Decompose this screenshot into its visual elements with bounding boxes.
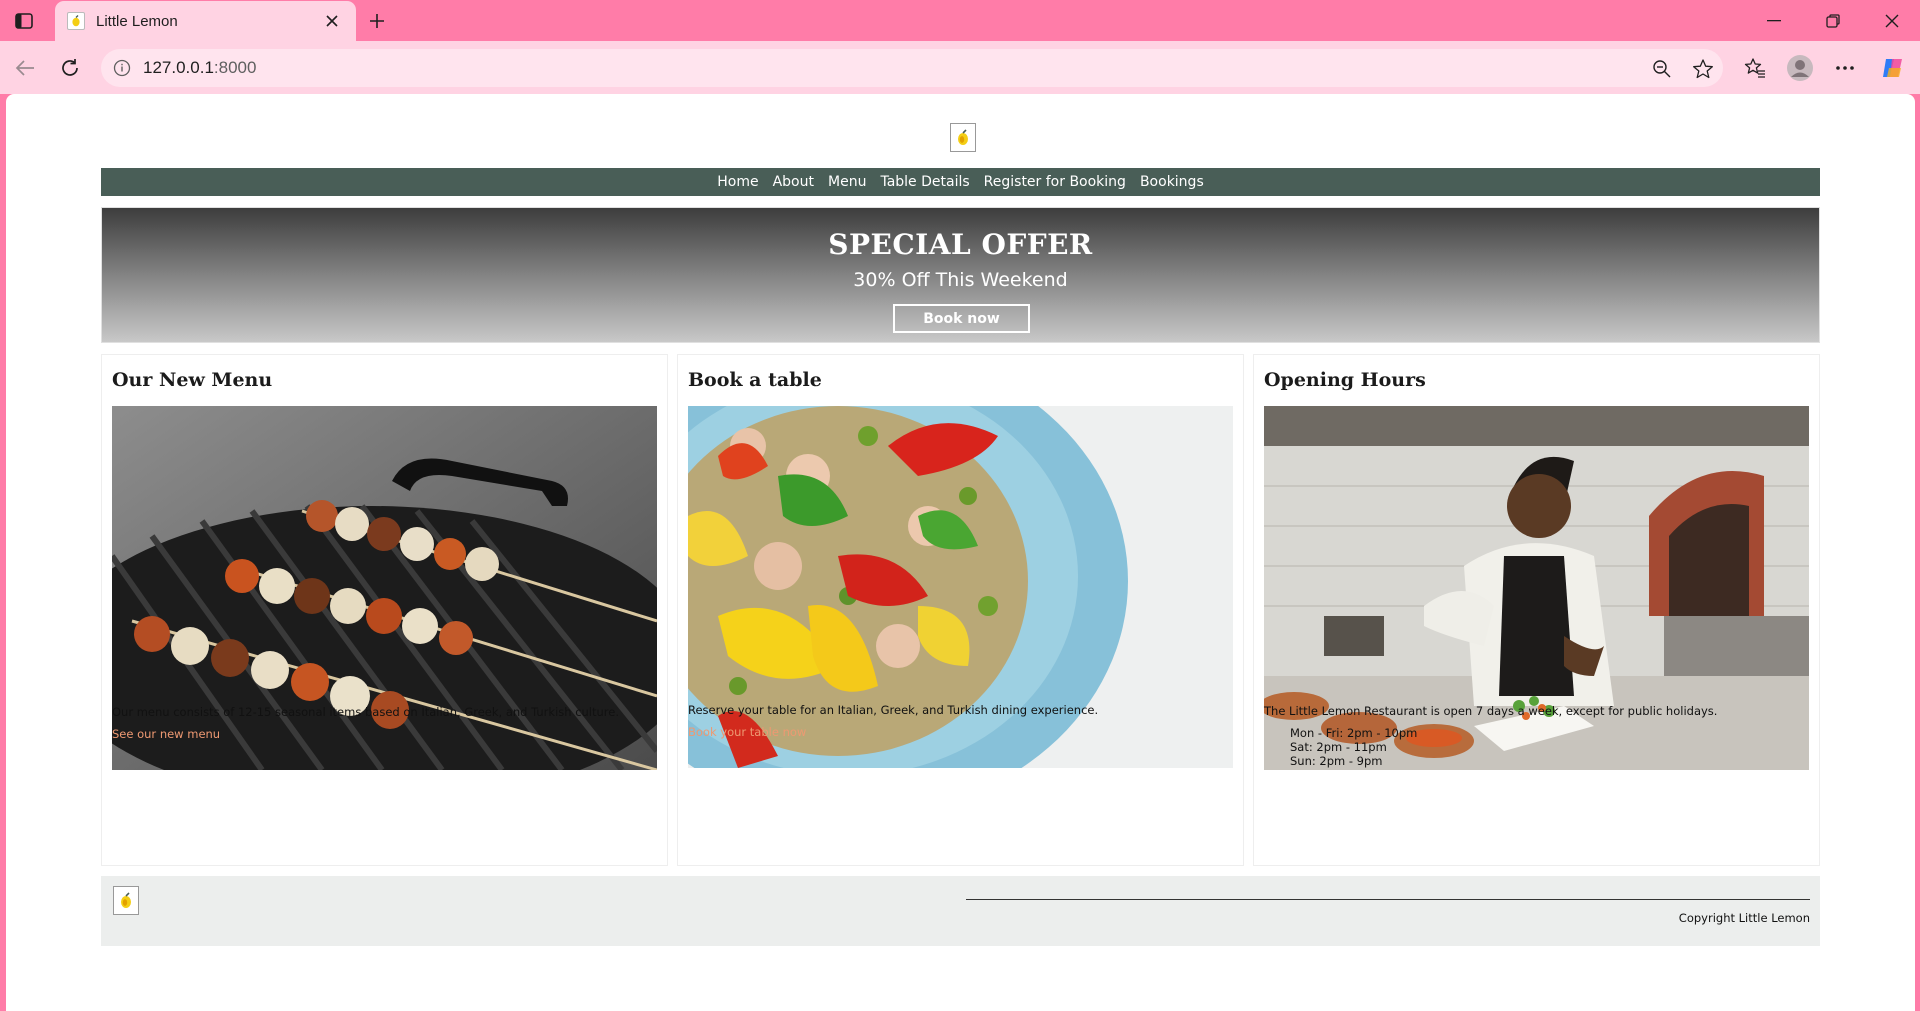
card-description: The Little Lemon Restaurant is open 7 da… bbox=[1264, 704, 1718, 718]
nav-home[interactable]: Home bbox=[710, 174, 765, 190]
hours-saturday: Sat: 2pm - 11pm bbox=[1290, 740, 1387, 754]
card-new-menu: Our New Menu Our menu consists of 12-15 … bbox=[101, 354, 668, 866]
nav-bookings[interactable]: Bookings bbox=[1133, 174, 1211, 190]
sidebar-toggle-icon[interactable] bbox=[12, 9, 36, 33]
opening-hours-list: Mon - Fri: 2pm - 10pm Sat: 2pm - 11pm Su… bbox=[1290, 726, 1417, 768]
main-nav: Home About Menu Table Details Register f… bbox=[101, 168, 1820, 196]
hero-banner: SPECIAL OFFER 30% Off This Weekend Book … bbox=[101, 207, 1820, 343]
book-now-button[interactable]: Book now bbox=[893, 304, 1030, 333]
hours-weekdays: Mon - Fri: 2pm - 10pm bbox=[1290, 726, 1418, 740]
profile-icon[interactable] bbox=[1785, 53, 1815, 83]
reload-icon[interactable] bbox=[55, 53, 85, 83]
browser-toolbar: 127.0.0.1:8000 bbox=[0, 41, 1920, 94]
address-bar[interactable]: 127.0.0.1:8000 bbox=[101, 49, 1723, 87]
page-content: Home About Menu Table Details Register f… bbox=[101, 94, 1820, 1011]
copyright-text: Copyright Little Lemon bbox=[1678, 911, 1810, 925]
see-menu-link[interactable]: See our new menu bbox=[112, 727, 220, 741]
copilot-icon[interactable] bbox=[1878, 53, 1908, 83]
favicon-icon bbox=[67, 12, 85, 30]
zoom-out-icon[interactable] bbox=[1650, 57, 1674, 81]
back-icon[interactable] bbox=[10, 53, 40, 83]
restore-icon[interactable] bbox=[1819, 8, 1847, 34]
footer-logo-icon[interactable] bbox=[113, 886, 139, 915]
card-title: Opening Hours bbox=[1264, 369, 1426, 391]
plus-icon[interactable] bbox=[364, 8, 390, 34]
logo-icon[interactable] bbox=[950, 123, 976, 152]
book-table-link[interactable]: Book your table now bbox=[688, 725, 806, 739]
card-title: Book a table bbox=[688, 369, 822, 391]
close-icon[interactable] bbox=[322, 11, 342, 31]
more-icon[interactable] bbox=[1830, 53, 1860, 83]
url-text[interactable]: 127.0.0.1:8000 bbox=[143, 58, 256, 78]
page-viewport: Home About Menu Table Details Register f… bbox=[6, 94, 1915, 1011]
hours-sunday: Sun: 2pm - 9pm bbox=[1290, 754, 1383, 768]
card-opening-hours: Opening Hours The Little Lemon Restauran… bbox=[1253, 354, 1820, 866]
info-icon[interactable] bbox=[111, 57, 133, 79]
nav-menu[interactable]: Menu bbox=[821, 174, 873, 190]
browser-tab-bar: Little Lemon bbox=[0, 0, 1920, 41]
nav-register-for-booking[interactable]: Register for Booking bbox=[977, 174, 1133, 190]
browser-tab[interactable]: Little Lemon bbox=[55, 1, 356, 41]
favorites-icon[interactable] bbox=[1740, 53, 1770, 83]
minimize-icon[interactable] bbox=[1760, 8, 1788, 34]
hero-subtitle: 30% Off This Weekend bbox=[853, 269, 1068, 291]
footer-divider bbox=[966, 899, 1810, 900]
site-footer: Copyright Little Lemon bbox=[101, 876, 1820, 946]
tab-title: Little Lemon bbox=[96, 12, 178, 30]
close-window-icon[interactable] bbox=[1878, 8, 1906, 34]
hero-title: SPECIAL OFFER bbox=[828, 228, 1093, 261]
nav-table-details[interactable]: Table Details bbox=[873, 174, 976, 190]
card-description: Reserve your table for an Italian, Greek… bbox=[688, 703, 1099, 717]
url-host: 127.0.0.1 bbox=[143, 58, 214, 77]
card-description: Our menu consists of 12-15 seasonal item… bbox=[112, 705, 620, 719]
nav-about[interactable]: About bbox=[766, 174, 821, 190]
url-port: :8000 bbox=[213, 58, 257, 77]
card-title: Our New Menu bbox=[112, 369, 273, 391]
star-icon[interactable] bbox=[1691, 57, 1715, 81]
card-book-table: Book a table Reserve your table for an I… bbox=[677, 354, 1244, 866]
